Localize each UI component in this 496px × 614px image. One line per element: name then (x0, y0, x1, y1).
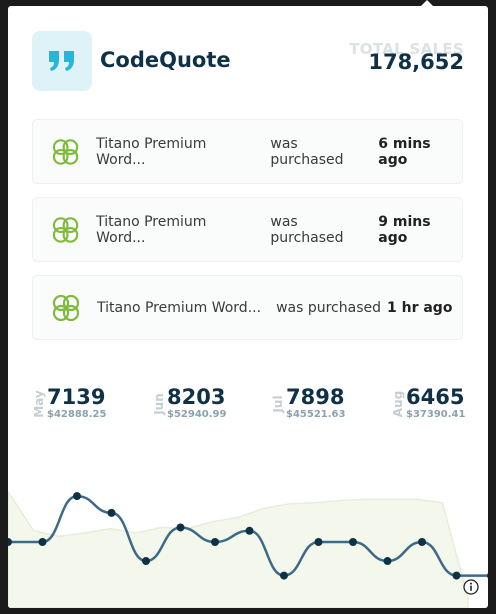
brand-logo (32, 31, 92, 91)
month-revenue: $45521.63 (286, 409, 346, 420)
data-point[interactable] (73, 492, 81, 501)
product-thumbnail-icon (52, 294, 80, 321)
month-revenue: $52940.99 (167, 409, 227, 420)
month-revenue: $42888.25 (47, 409, 107, 420)
month-name: Aug (391, 390, 405, 418)
month-revenue: $37390.41 (406, 409, 466, 420)
month-units: 8203 (167, 385, 226, 409)
data-point[interactable] (487, 572, 488, 580)
data-point[interactable] (418, 538, 426, 546)
data-point[interactable] (107, 508, 116, 517)
data-point[interactable] (349, 538, 357, 546)
data-point[interactable] (211, 538, 219, 546)
purchase-action: was purchased (276, 299, 381, 316)
purchase-item[interactable]: Titano Premium Word... was purchased 1 h… (32, 275, 463, 340)
purchase-time: 9 mins ago (378, 213, 431, 246)
total-sales-value: 178,652 (368, 50, 464, 74)
data-point[interactable] (142, 557, 150, 566)
purchase-time: 6 mins ago (378, 135, 431, 168)
data-point[interactable] (280, 571, 288, 580)
data-point[interactable] (245, 526, 254, 535)
product-thumbnail-icon (52, 216, 79, 243)
purchase-action: was purchased (270, 135, 344, 168)
background-area (8, 490, 469, 608)
month-units: 7139 (47, 385, 106, 409)
info-icon[interactable] (463, 579, 479, 595)
brand-name: CodeQuote (100, 48, 231, 72)
data-point[interactable] (314, 538, 323, 546)
sales-trend-chart (8, 490, 488, 608)
purchase-action: was purchased (270, 213, 344, 246)
purchase-item[interactable]: Titano Premium Word... was purchased 9 m… (32, 197, 463, 262)
data-point[interactable] (452, 571, 461, 580)
purchase-item[interactable]: Titano Premium Word... was purchased 6 m… (32, 119, 463, 184)
data-point[interactable] (383, 557, 392, 566)
quote-icon (49, 51, 74, 71)
month-name: May (32, 390, 46, 418)
purchase-time: 1 hr ago (387, 299, 453, 316)
data-point[interactable] (176, 523, 185, 532)
month-name: Jun (152, 393, 166, 415)
month-units: 7898 (286, 385, 345, 409)
product-name[interactable]: Titano Premium Word... (96, 214, 255, 246)
month-units: 6465 (406, 385, 465, 409)
data-point[interactable] (38, 538, 47, 546)
product-thumbnail-icon (52, 138, 79, 165)
popover-pointer (420, 0, 434, 7)
sales-widget-card: CodeQuote TOTAL SALES 178,652 Titano Pre… (8, 6, 488, 608)
product-name[interactable]: Titano Premium Word... (96, 136, 255, 168)
product-name[interactable]: Titano Premium Word... (97, 300, 261, 316)
month-name: Jul (271, 395, 285, 413)
